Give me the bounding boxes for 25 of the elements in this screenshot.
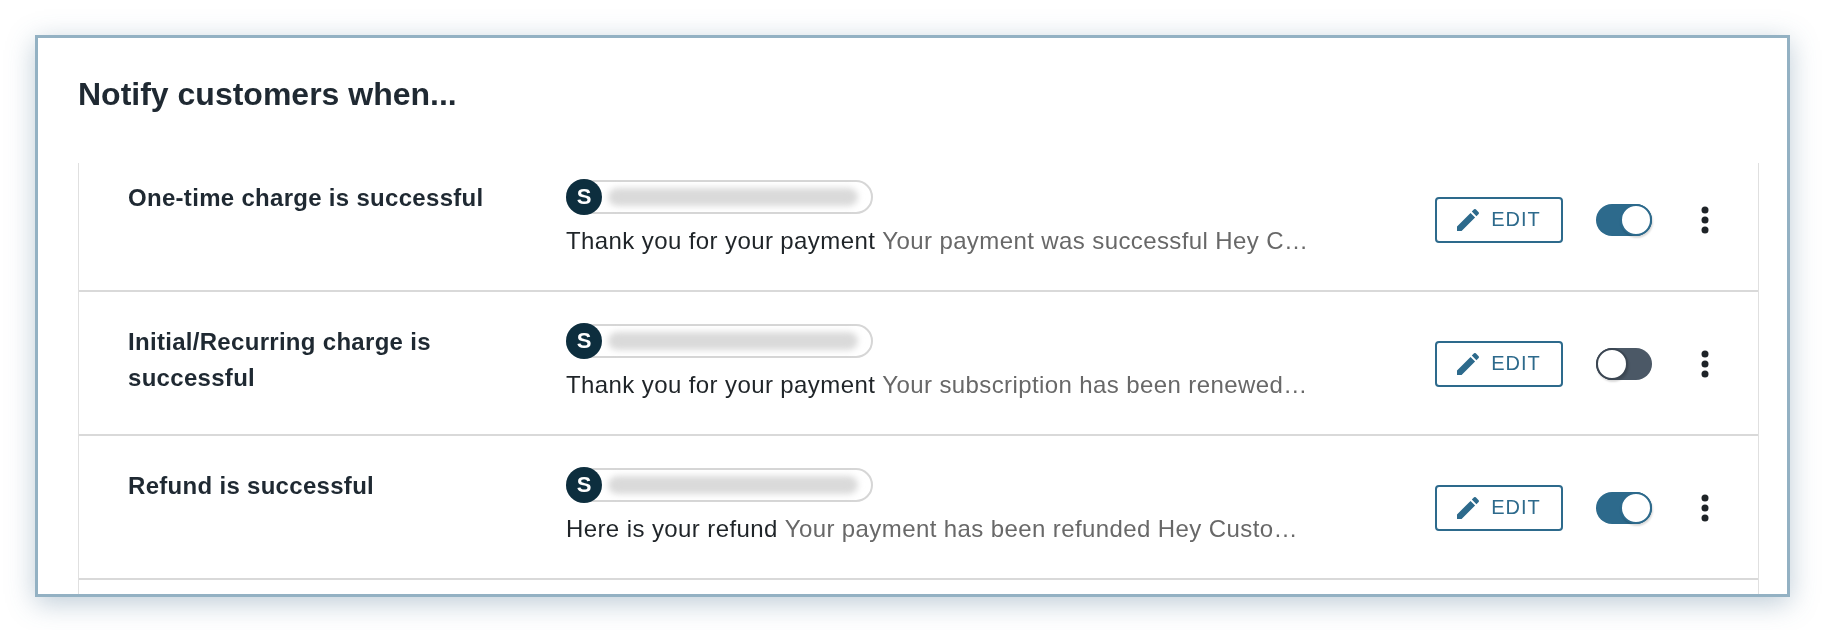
more-options-icon[interactable]	[1701, 493, 1709, 522]
toggle-switch[interactable]	[1596, 347, 1652, 380]
pencil-icon	[1457, 352, 1480, 375]
more-options-icon[interactable]	[1701, 349, 1709, 378]
event-name: One-time charge is successful	[128, 183, 484, 213]
edit-button[interactable]: EDIT	[1435, 196, 1563, 243]
more-options-icon[interactable]	[1701, 205, 1709, 234]
toggle-switch[interactable]	[1596, 491, 1652, 524]
email-preview: Your payment was successful Hey C…	[882, 227, 1309, 254]
avatar: S	[566, 179, 602, 215]
toggle-switch[interactable]	[1596, 203, 1652, 236]
pencil-icon	[1457, 496, 1480, 519]
avatar: S	[566, 467, 602, 503]
avatar: S	[566, 323, 602, 359]
email-subject: Thank you for your payment	[566, 227, 876, 254]
event-name: Refund is successful	[128, 471, 375, 501]
email-subject: Thank you for your payment	[566, 371, 876, 398]
pencil-icon	[1457, 208, 1480, 231]
email-preview: Your subscription has been renewed…	[882, 371, 1308, 398]
email-preview: Your payment has been refunded Hey Custo…	[784, 515, 1298, 542]
edit-button[interactable]: EDIT	[1435, 340, 1563, 387]
email-subject: Here is your refund	[566, 515, 778, 542]
edit-button[interactable]: EDIT	[1435, 484, 1563, 531]
section-title: Notify customers when...	[78, 75, 457, 114]
event-name: Initial/Recurring charge is successful	[128, 327, 432, 393]
